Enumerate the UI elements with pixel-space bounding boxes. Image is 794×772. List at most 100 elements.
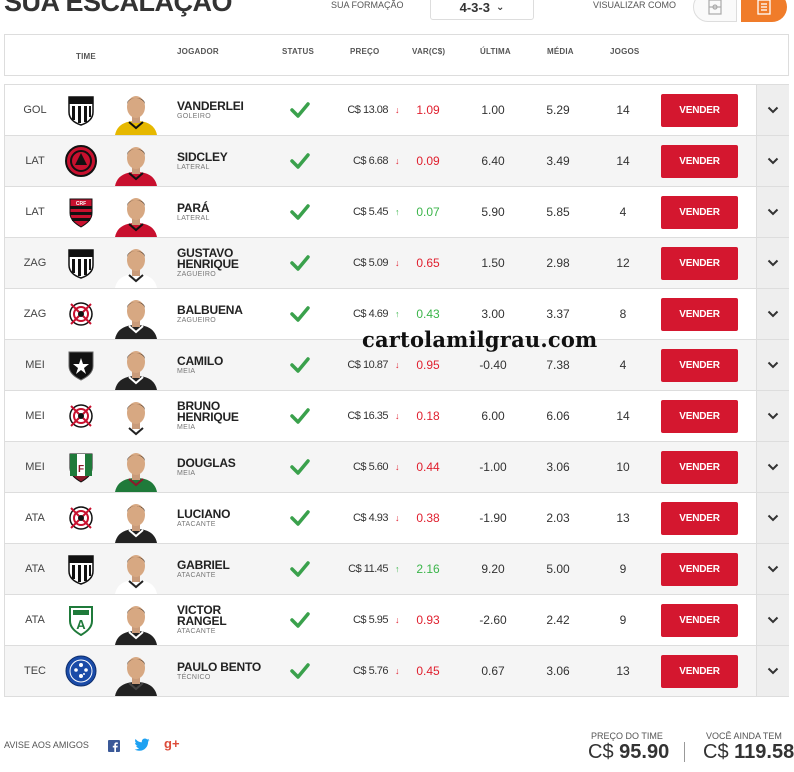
player-role: TÉCNICO [177, 673, 211, 681]
sell-button[interactable]: VENDER [661, 502, 738, 535]
santos-crest-icon [65, 247, 97, 279]
check-icon [289, 99, 311, 121]
player-name-block: LUCIANO ATACANTE [177, 493, 287, 543]
player-name-line2: HENRIQUE [177, 410, 239, 424]
sell-button[interactable]: VENDER [661, 553, 738, 586]
expand-row-button[interactable] [756, 85, 789, 135]
check-icon [289, 456, 311, 478]
expand-row-button[interactable] [756, 544, 789, 594]
expand-row-button[interactable] [756, 136, 789, 186]
check-icon [289, 507, 311, 529]
list-icon [757, 0, 771, 15]
view-list-button[interactable] [741, 0, 787, 22]
arrow-down-icon: ↓ [395, 462, 400, 472]
player-role: GOLEIRO [177, 112, 211, 120]
sell-button[interactable]: VENDER [661, 145, 738, 178]
cruzeiro-crest-icon [65, 655, 97, 687]
chevron-down-icon [767, 106, 779, 114]
atletico-pr-crest-icon [65, 145, 97, 177]
view-field-button[interactable] [693, 0, 737, 22]
player-role: MEIA [177, 367, 196, 375]
price-variation: 0.45 [416, 664, 440, 678]
players-list: GOL VANDERLEI GOLEIRO C$ 13.08 ↓ 1.09 1.… [4, 84, 789, 697]
expand-row-button[interactable] [756, 238, 789, 288]
expand-row-button[interactable] [756, 646, 789, 696]
last-score: 5.90 [481, 205, 505, 219]
share-label: AVISE AOS AMIGOS [4, 740, 89, 750]
twitter-icon[interactable] [134, 738, 150, 757]
player-role: ZAGUEIRO [177, 316, 216, 324]
player-name: DOUGLAS [177, 455, 236, 470]
average-score: 3.06 [546, 460, 570, 474]
player-name: GABRIEL [177, 557, 230, 572]
sell-button[interactable]: VENDER [661, 196, 738, 229]
google-plus-icon[interactable]: g+ [164, 736, 180, 751]
average-score: 2.42 [546, 613, 570, 627]
last-score: -1.00 [479, 460, 507, 474]
footer-divider [684, 742, 685, 762]
expand-row-button[interactable] [756, 340, 789, 390]
arrow-up-icon: ↑ [395, 564, 400, 574]
average-score: 5.00 [546, 562, 570, 576]
player-name: SIDCLEY [177, 149, 228, 164]
arrow-down-icon: ↓ [395, 513, 400, 523]
games-played: 4 [619, 358, 627, 372]
expand-row-button[interactable] [756, 442, 789, 492]
price-variation: 2.16 [416, 562, 440, 576]
expand-row-button[interactable] [756, 187, 789, 237]
sell-button[interactable]: VENDER [661, 400, 738, 433]
player-name-block: BALBUENA ZAGUEIRO [177, 289, 287, 339]
sell-button[interactable]: VENDER [661, 349, 738, 382]
formation-select[interactable]: 4-3-3 ⌄ [430, 0, 534, 20]
expand-row-button[interactable] [756, 391, 789, 441]
expand-row-button[interactable] [756, 289, 789, 339]
chevron-down-icon [767, 514, 779, 522]
facebook-icon[interactable] [108, 739, 120, 757]
check-icon [289, 303, 311, 325]
player-row: ZAG GUSTAVO HENRIQUE ZAGUEIRO C$ 5.09 ↓ … [4, 237, 789, 288]
average-score: 5.85 [546, 205, 570, 219]
sell-button[interactable]: VENDER [661, 451, 738, 484]
col-ultima: ÚLTIMA [480, 47, 511, 56]
average-score: 6.06 [546, 409, 570, 423]
sell-button[interactable]: VENDER [661, 604, 738, 637]
player-price: C$ 5.09 [352, 257, 389, 269]
sell-button[interactable]: VENDER [661, 247, 738, 280]
player-photo [109, 346, 163, 390]
position-label: GOL [23, 104, 47, 116]
corinthians-crest-icon [65, 502, 97, 534]
expand-row-button[interactable] [756, 493, 789, 543]
price-variation: 0.38 [416, 511, 440, 525]
sell-button[interactable]: VENDER [661, 298, 738, 331]
player-name-block: SIDCLEY LATERAL [177, 136, 287, 186]
player-photo [109, 499, 163, 543]
chevron-down-icon [767, 412, 779, 420]
average-score: 3.49 [546, 154, 570, 168]
sell-button[interactable]: VENDER [661, 94, 738, 127]
player-name: PAULO BENTO [177, 659, 262, 674]
games-played: 9 [619, 613, 627, 627]
games-played: 10 [616, 460, 630, 474]
check-icon [289, 660, 311, 682]
player-photo [109, 142, 163, 186]
col-time: TIME [76, 52, 96, 61]
player-price: C$ 13.08 [347, 104, 388, 116]
expand-row-button[interactable] [756, 595, 789, 645]
player-price: C$ 5.76 [352, 665, 389, 677]
chevron-down-icon [767, 565, 779, 573]
player-name-line2: RANGEL [177, 614, 227, 628]
formation-label: SUA FORMAÇÃO [331, 0, 404, 10]
chevron-down-icon [767, 208, 779, 216]
santos-crest-icon [65, 94, 97, 126]
player-name: PARÁ [177, 200, 210, 215]
player-price: C$ 11.45 [348, 563, 388, 575]
botafogo-crest-icon [65, 349, 97, 381]
formation-value: 4-3-3 [459, 0, 490, 15]
player-role: ATACANTE [177, 571, 216, 579]
chevron-down-icon [767, 463, 779, 471]
sell-button[interactable]: VENDER [661, 655, 738, 688]
player-role: MEIA [177, 424, 196, 431]
check-icon [289, 558, 311, 580]
check-icon [289, 201, 311, 223]
player-row: LAT CRF PARÁ LATERAL C$ 5.45 ↑ 0.07 5.90… [4, 186, 789, 237]
